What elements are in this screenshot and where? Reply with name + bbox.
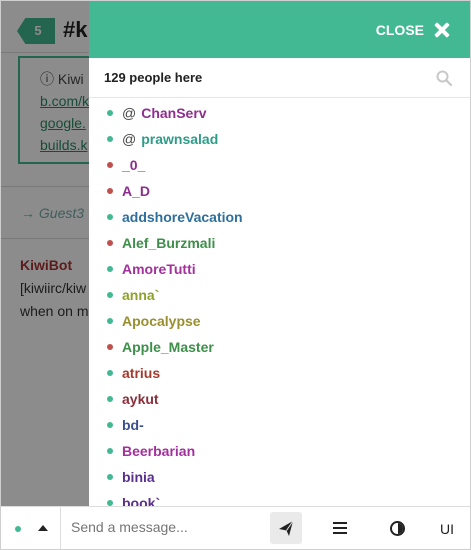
ui-button[interactable]: UI — [440, 521, 454, 537]
nick-name: bd- — [122, 417, 144, 433]
nicklist-header: CLOSE — [89, 1, 470, 58]
nick-list-item[interactable]: anna` — [89, 282, 470, 308]
message-input[interactable] — [71, 519, 261, 535]
status-dot-icon — [107, 292, 113, 298]
status-dot-icon — [107, 240, 113, 246]
nick-name: addshoreVacation — [122, 209, 243, 225]
nick-list-item[interactable]: @ ChanServ — [89, 100, 470, 126]
nick-list-item[interactable]: Alef_Burzmali — [89, 230, 470, 256]
status-dot-icon — [107, 214, 113, 220]
status-dot-icon — [107, 110, 113, 116]
nick-prefix: @ — [122, 131, 137, 147]
status-dot-icon — [107, 448, 113, 454]
nick-name: aykut — [122, 391, 159, 407]
nick-name: ChanServ — [141, 105, 207, 121]
nick-name: AmoreTutti — [122, 261, 196, 277]
status-dot-icon — [107, 422, 113, 428]
nicklist-search-row: 129 people here — [89, 58, 470, 98]
theme-icon[interactable] — [390, 521, 405, 536]
nick-list-item[interactable]: A_D — [89, 178, 470, 204]
close-label: CLOSE — [375, 22, 424, 38]
status-dot-icon — [107, 370, 113, 376]
caret-up-icon — [38, 525, 48, 531]
status-menu[interactable] — [1, 507, 61, 549]
nick-list-item[interactable]: addshoreVacation — [89, 204, 470, 230]
send-button[interactable] — [270, 512, 302, 544]
nick-name: Alef_Burzmali — [122, 235, 216, 251]
input-bar: UI — [1, 506, 470, 549]
people-count: 129 people here — [104, 70, 203, 85]
status-dot-icon — [107, 136, 113, 142]
nick-name: anna` — [122, 287, 160, 303]
nick-list-item[interactable]: _0_ — [89, 152, 470, 178]
nick-list-item[interactable]: Beerbarian — [89, 438, 470, 464]
send-icon — [279, 520, 294, 536]
menu-icon[interactable] — [333, 522, 347, 535]
nick-list-item[interactable]: AmoreTutti — [89, 256, 470, 282]
status-dot-icon — [107, 396, 113, 402]
close-button[interactable]: CLOSE — [376, 22, 450, 38]
status-dot-icon — [15, 526, 21, 532]
nick-list-item[interactable]: atrius — [89, 360, 470, 386]
nick-name: prawnsalad — [141, 131, 219, 147]
nick-list-item[interactable]: @ prawnsalad — [89, 126, 470, 152]
nick-name: atrius — [122, 365, 161, 381]
status-dot-icon — [107, 162, 113, 168]
nick-prefix: @ — [122, 105, 137, 121]
nick-list-item[interactable]: Apocalypse — [89, 308, 470, 334]
nick-list-item[interactable]: book` — [89, 490, 470, 506]
nick-name: binia — [122, 469, 155, 485]
nick-name: _0_ — [122, 157, 146, 173]
status-dot-icon — [107, 188, 113, 194]
close-icon — [434, 22, 450, 38]
nick-name: A_D — [122, 183, 151, 199]
nick-list-item[interactable]: binia — [89, 464, 470, 490]
nick-list-item[interactable]: aykut — [89, 386, 470, 412]
nick-name: Apocalypse — [122, 313, 201, 329]
status-dot-icon — [107, 344, 113, 350]
status-dot-icon — [107, 266, 113, 272]
search-icon[interactable] — [436, 70, 452, 86]
nick-list-item[interactable]: Apple_Master — [89, 334, 470, 360]
nicklist-panel: CLOSE 129 people here @ ChanServ @ prawnsal… — [89, 1, 470, 506]
nick-list-item[interactable]: bd- — [89, 412, 470, 438]
status-dot-icon — [107, 318, 113, 324]
nick-name: Beerbarian — [122, 443, 196, 459]
nick-name: book` — [122, 495, 161, 506]
app-window: 5 #ki ⓘ Kiwi b.com/k google. builds.k → … — [0, 0, 471, 550]
status-dot-icon — [107, 474, 113, 480]
nick-name: Apple_Master — [122, 339, 214, 355]
nick-list: @ ChanServ @ prawnsalad _0_ A_D addshoreVacati… — [89, 98, 470, 506]
